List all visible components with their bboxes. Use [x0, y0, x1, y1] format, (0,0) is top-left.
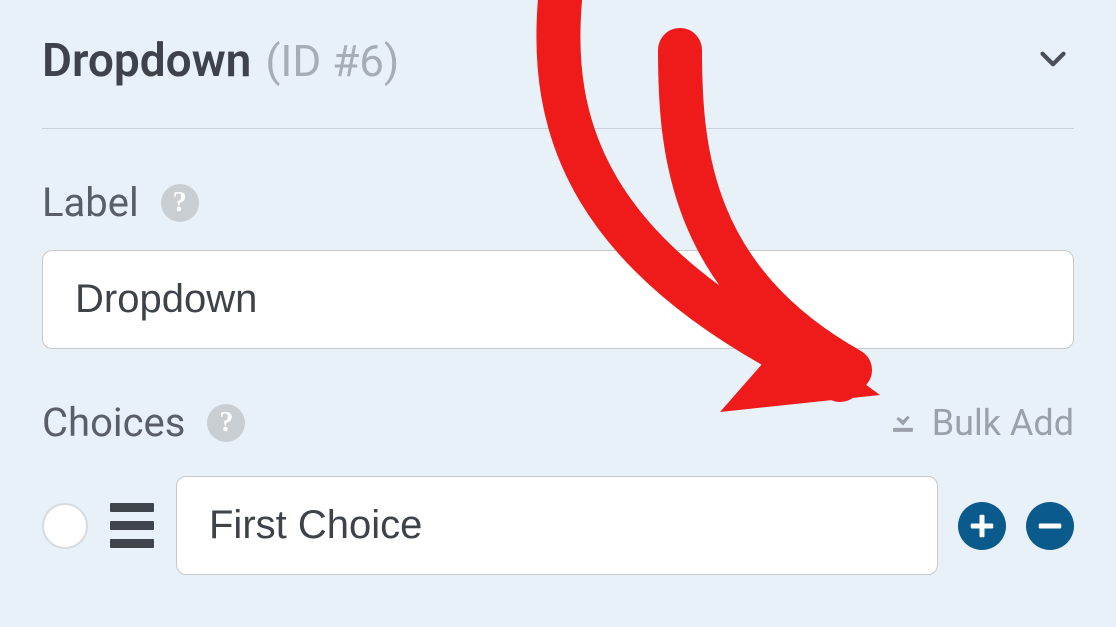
help-icon[interactable]: ? — [207, 404, 245, 442]
field-header[interactable]: Dropdown (ID #6) — [42, 0, 1074, 129]
label-section: Label ? — [42, 179, 1074, 349]
chevron-down-icon[interactable] — [1032, 38, 1074, 84]
field-header-title: Dropdown (ID #6) — [42, 34, 399, 88]
help-icon[interactable]: ? — [161, 184, 199, 222]
remove-choice-button[interactable] — [1026, 502, 1074, 550]
default-choice-radio[interactable] — [42, 503, 88, 549]
drag-handle-icon[interactable] — [108, 503, 156, 548]
add-choice-button[interactable] — [958, 502, 1006, 550]
download-icon — [886, 401, 920, 444]
label-input[interactable] — [42, 250, 1074, 349]
choices-heading: Choices — [42, 399, 185, 446]
field-type-name: Dropdown — [42, 34, 251, 88]
field-id-label: (ID #6) — [265, 35, 399, 87]
choice-input[interactable] — [176, 476, 938, 575]
field-options-panel: Dropdown (ID #6) Label ? Choices ? — [0, 0, 1116, 575]
bulk-add-label: Bulk Add — [932, 402, 1074, 444]
bulk-add-button[interactable]: Bulk Add — [886, 401, 1074, 444]
choices-section: Choices ? Bulk Add — [42, 399, 1074, 575]
choice-row — [42, 476, 1074, 575]
label-heading: Label — [42, 179, 139, 226]
